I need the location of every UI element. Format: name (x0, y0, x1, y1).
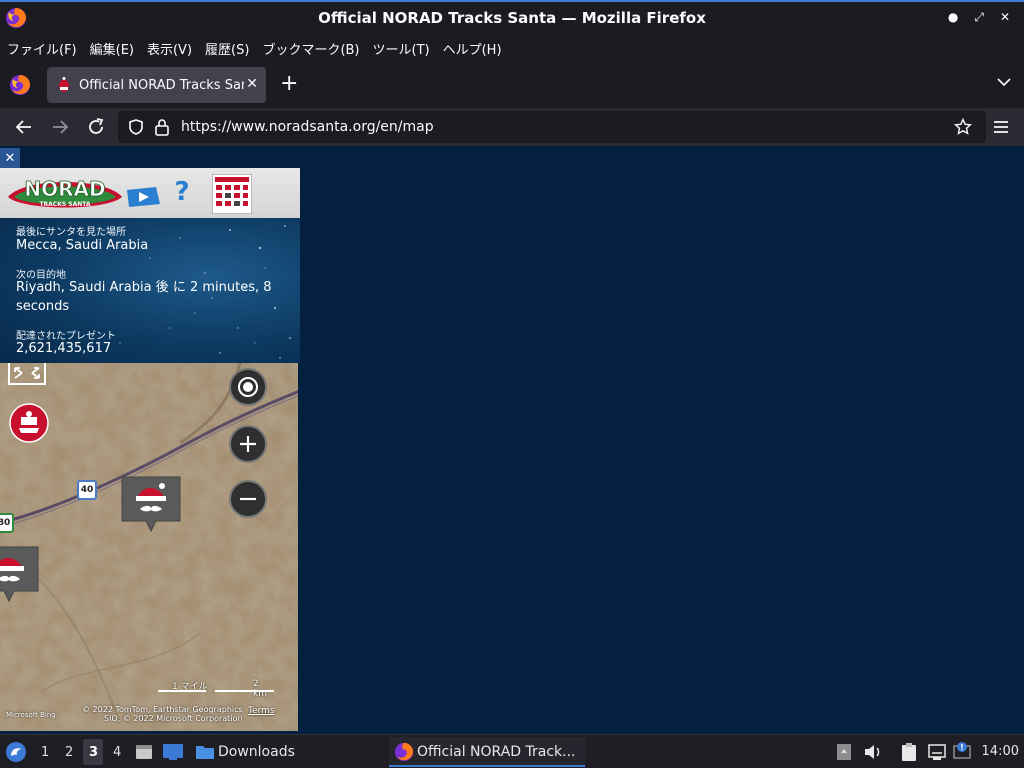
folder-icon[interactable] (195, 742, 215, 762)
file-manager-icon[interactable] (134, 742, 154, 762)
bing-attribution: Microsoft Bing (6, 711, 56, 719)
lock-icon[interactable] (153, 117, 171, 137)
tab-norad[interactable]: Official NORAD Tracks Santa ✕ (47, 67, 266, 103)
hamburger-menu-icon[interactable] (990, 116, 1012, 138)
menu-bookmarks[interactable]: ブックマーク(B) (262, 39, 359, 58)
workspace-1[interactable]: 1 (41, 745, 49, 760)
close-window-icon[interactable]: ✕ (1000, 10, 1010, 25)
clock: 14:00 (981, 744, 1019, 759)
page-content: ✕ NORAD TRACKS SANTA ? 最後にサンタを見た場所 Mecca… (0, 146, 1024, 734)
tab-strip: Official NORAD Tracks Santa ✕ + (0, 62, 1024, 108)
menu-tools[interactable]: ツール(T) (373, 39, 430, 58)
taskbar: 1 2 3 4 Downloads Official NORAD Track..… (0, 734, 1024, 768)
tab-close-icon[interactable]: ✕ (246, 76, 258, 92)
road-shield-40: 40 (77, 480, 97, 500)
last-seen-value: Mecca, Saudi Arabia (16, 238, 149, 253)
shield-icon[interactable] (127, 118, 145, 136)
attribution-line-1: © 2022 TomTom, Earthstar Geographics (82, 705, 243, 714)
bookmark-star-icon[interactable] (954, 118, 972, 136)
desktop-icon[interactable] (162, 742, 184, 762)
zoom-in-button[interactable] (229, 425, 267, 463)
norad-favicon-icon (59, 77, 69, 92)
video-play-icon[interactable] (126, 186, 162, 208)
logo-subtext: TRACKS SANTA (39, 201, 90, 208)
show-desktop-icon[interactable] (836, 743, 852, 761)
forward-arrow-icon[interactable] (49, 116, 71, 138)
window-titlebar: Official NORAD Tracks Santa — Mozilla Fi… (0, 0, 1024, 34)
minimize-icon[interactable]: ● (948, 10, 958, 25)
help-question-icon[interactable]: ? (170, 176, 194, 206)
terms-link[interactable]: Terms (248, 706, 275, 716)
window-title: Official NORAD Tracks Santa — Mozilla Fi… (318, 9, 706, 27)
maximize-icon[interactable]: ⤢ (974, 10, 984, 25)
menu-bar: ファイル(F) 編集(E) 表示(V) 履歴(S) ブックマーク(B) ツール(… (0, 34, 1024, 62)
menu-view[interactable]: 表示(V) (147, 39, 192, 58)
start-menu-icon[interactable] (5, 741, 27, 763)
reload-icon[interactable] (85, 116, 107, 138)
chevron-down-icon[interactable] (996, 74, 1012, 90)
network-icon[interactable] (927, 742, 947, 762)
navigation-toolbar: https://www.noradsanta.org/en/map (0, 108, 1024, 146)
menu-file[interactable]: ファイル(F) (7, 39, 77, 58)
menu-history[interactable]: 履歴(S) (205, 39, 249, 58)
firefox-icon (6, 8, 26, 28)
url-text[interactable]: https://www.noradsanta.org/en/map (181, 119, 434, 135)
menu-edit[interactable]: 編集(E) (90, 39, 134, 58)
workspace-3[interactable]: 3 (89, 745, 98, 760)
downloads-taskbar-item[interactable]: Downloads (218, 744, 295, 760)
next-stop-value: Riyadh, Saudi Arabia 後 に 2 minutes, 8 se… (16, 280, 272, 314)
svg-text:?: ? (174, 177, 189, 206)
firefox-taskbar-item[interactable]: Official NORAD Track... (417, 744, 576, 760)
volume-icon[interactable] (863, 743, 883, 761)
logo-panel: NORAD TRACKS SANTA ? (0, 168, 300, 218)
workspace-2[interactable]: 2 (65, 745, 73, 760)
santa-stop-marker-icon[interactable] (120, 475, 182, 535)
new-tab-button[interactable]: + (280, 72, 298, 96)
url-bar[interactable]: https://www.noradsanta.org/en/map (118, 111, 986, 143)
workspace-4[interactable]: 4 (113, 745, 121, 760)
map-view[interactable]: 40 80 1 マイル 2 km Microsoft Bing © 2022 T… (0, 363, 300, 731)
tracker-info-panel: 最後にサンタを見た場所 Mecca, Saudi Arabia 次の目的地 Ri… (0, 218, 300, 363)
map-scale-bar: 1 マイル 2 km (158, 679, 274, 699)
firefox-taskbar-icon[interactable] (394, 742, 414, 762)
santa-stop-marker-icon[interactable] (0, 545, 40, 605)
firefox-view-icon[interactable] (9, 74, 31, 96)
road-shield-80: 80 (0, 513, 14, 533)
close-panel-icon[interactable]: ✕ (0, 148, 20, 168)
zoom-out-button[interactable] (229, 480, 267, 518)
santa-sleigh-icon[interactable] (9, 403, 49, 443)
attribution-line-2: SIO, © 2022 Microsoft Corporation (104, 714, 243, 723)
fullscreen-icon[interactable] (8, 363, 46, 385)
menu-help[interactable]: ヘルプ(H) (443, 39, 502, 58)
back-arrow-icon[interactable] (13, 116, 35, 138)
svg-text:!: ! (960, 743, 964, 752)
clipboard-icon[interactable] (899, 742, 919, 762)
notification-icon[interactable]: ! (952, 741, 974, 763)
tab-label: Official NORAD Tracks Santa (79, 77, 244, 93)
logo-text: NORAD (24, 177, 105, 201)
norad-logo[interactable]: NORAD TRACKS SANTA (4, 171, 126, 215)
calendar-grid-icon[interactable] (212, 174, 252, 214)
locate-santa-button[interactable] (229, 368, 267, 406)
scale-km-label: 2 km (253, 679, 267, 699)
presents-value: 2,621,435,617 (16, 341, 112, 356)
